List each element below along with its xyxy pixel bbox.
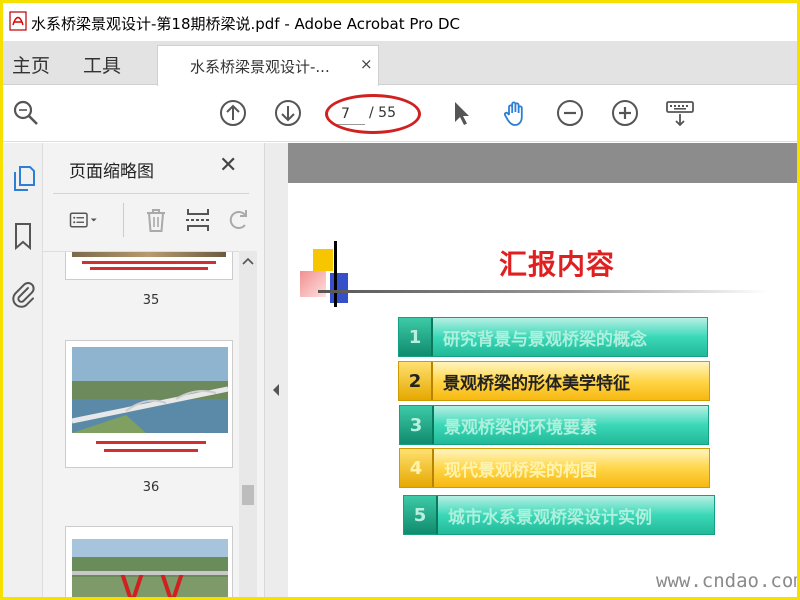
agenda-item-number: 2 xyxy=(399,362,433,400)
window-title: 水系桥梁景观设计-第18期桥梁说.pdf - Adobe Acrobat Pro… xyxy=(31,15,460,33)
thumbnail-list: 35 36 xyxy=(43,251,239,597)
title-bar: 水系桥梁景观设计-第18期桥梁说.pdf - Adobe Acrobat Pro… xyxy=(3,3,797,41)
bookmark-icon[interactable] xyxy=(9,221,37,251)
agenda-item-1: 1 研究背景与景观桥梁的概念 xyxy=(398,317,708,357)
thumbnail-scrollbar[interactable] xyxy=(239,251,257,597)
thumbnail-panel: 页面缩略图 ✕ 35 36 xyxy=(43,143,265,597)
document-view: 汇报内容 1 研究背景与景观桥梁的概念 2 景观桥梁的形体美学特征 3 景观桥梁… xyxy=(288,143,797,597)
watermark: www.cndao.com xyxy=(656,570,797,592)
insert-page-icon[interactable] xyxy=(183,205,213,235)
close-panel-icon[interactable]: ✕ xyxy=(219,153,237,178)
agenda-item-label: 研究背景与景观桥梁的概念 xyxy=(443,329,647,350)
thumbnail-page[interactable] xyxy=(65,526,233,597)
agenda-item-label: 景观桥梁的形体美学特征 xyxy=(443,373,630,394)
document-tab[interactable]: 水系桥梁景观设计-... × xyxy=(157,45,379,86)
document-tab-label: 水系桥梁景观设计-... xyxy=(190,58,330,76)
slide-title: 汇报内容 xyxy=(499,248,616,281)
deco-vertical-line xyxy=(334,241,337,307)
hand-icon[interactable] xyxy=(501,98,531,128)
acrobat-app-icon xyxy=(9,11,27,31)
zoom-in-icon[interactable] xyxy=(610,98,640,128)
thumbnail-page[interactable] xyxy=(65,252,233,280)
agenda-item-2: 2 景观桥梁的形体美学特征 xyxy=(398,361,710,401)
trash-icon[interactable] xyxy=(141,205,171,235)
pdf-page: 汇报内容 1 研究背景与景观桥梁的概念 2 景观桥梁的形体美学特征 3 景观桥梁… xyxy=(288,183,797,597)
toolbar-divider xyxy=(123,203,124,237)
attachment-icon[interactable] xyxy=(9,279,37,309)
collapse-panel-icon[interactable] xyxy=(271,383,281,397)
left-rail xyxy=(3,143,43,597)
agenda-item-number: 4 xyxy=(400,449,434,487)
deco-square-yellow xyxy=(313,249,333,271)
agenda-item-label: 景观桥梁的环境要素 xyxy=(444,417,597,438)
page-down-icon[interactable] xyxy=(273,98,303,128)
page-up-icon[interactable] xyxy=(218,98,248,128)
thumbnail-page-number: 36 xyxy=(142,480,160,495)
thumbnail-page[interactable] xyxy=(65,340,233,468)
agenda-item-label: 现代景观桥梁的构图 xyxy=(444,460,597,481)
bridge-photo-thumbnail xyxy=(72,539,228,597)
bridge-photo-thumbnail xyxy=(71,347,229,452)
red-annotation-ellipse xyxy=(325,94,421,134)
nav-tools[interactable]: 工具 xyxy=(83,51,121,78)
panel-collapse-strip xyxy=(265,143,288,597)
agenda-item-label: 城市水系景观桥梁设计实例 xyxy=(448,507,652,528)
select-arrow-icon[interactable] xyxy=(446,98,476,128)
deco-square-blue xyxy=(330,273,348,303)
page-thumbnails-icon[interactable] xyxy=(9,163,37,193)
scrollbar-thumb[interactable] xyxy=(242,485,254,505)
toolbar: / 55 xyxy=(3,86,797,142)
nav-home[interactable]: 主页 xyxy=(12,51,50,78)
zoom-out-icon[interactable] xyxy=(555,98,585,128)
agenda-item-5: 5 城市水系景观桥梁设计实例 xyxy=(403,495,715,535)
panel-title: 页面缩略图 xyxy=(69,162,154,182)
keyboard-icon[interactable] xyxy=(665,98,695,128)
rotate-icon[interactable] xyxy=(223,205,253,235)
agenda-item-number: 3 xyxy=(400,406,434,444)
thumbnail-page-number: 35 xyxy=(142,293,160,308)
deco-square-pink xyxy=(300,271,326,297)
agenda-item-number: 1 xyxy=(399,318,433,356)
tab-bar: 主页 工具 水系桥梁景观设计-... × xyxy=(3,41,797,86)
agenda-item-3: 3 景观桥梁的环境要素 xyxy=(399,405,709,445)
scroll-up-icon[interactable] xyxy=(242,257,254,265)
title-underline xyxy=(318,290,768,293)
close-tab-icon[interactable]: × xyxy=(360,55,373,73)
agenda-item-number: 5 xyxy=(404,496,438,534)
app-window: 水系桥梁景观设计-第18期桥梁说.pdf - Adobe Acrobat Pro… xyxy=(0,0,800,600)
thumbnail-options-icon[interactable] xyxy=(69,205,99,235)
zoom-search-icon[interactable] xyxy=(11,98,41,128)
panel-divider xyxy=(53,193,249,194)
agenda-item-4: 4 现代景观桥梁的构图 xyxy=(399,448,710,488)
